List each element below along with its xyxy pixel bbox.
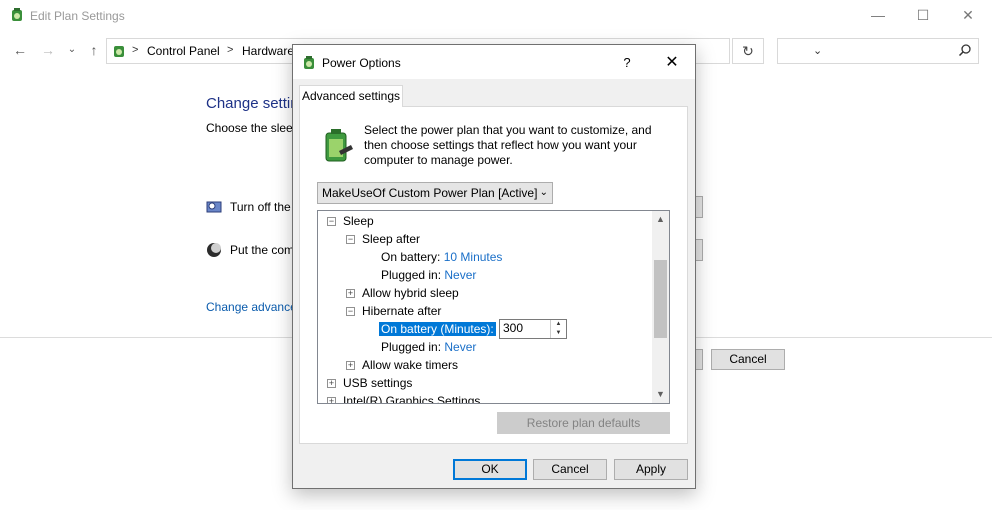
on-battery-value[interactable]: 10 Minutes (444, 250, 503, 264)
tree-item-sleep-on-battery[interactable]: On battery: 10 Minutes (381, 248, 502, 266)
dialog-close-button[interactable]: ✕ (649, 50, 695, 76)
tree-item-hibernate-after[interactable]: Hibernate after (362, 302, 441, 320)
advanced-settings-link[interactable]: Change advanced power settings (206, 300, 294, 314)
hibernate-on-battery-label: On battery (Minutes): (379, 322, 496, 336)
save-button[interactable] (695, 349, 703, 370)
tree-item-hibernate-on-battery[interactable]: On battery (Minutes): (379, 320, 496, 338)
cancel-button[interactable]: Cancel (711, 349, 785, 370)
tab-advanced-settings[interactable]: Advanced settings (299, 85, 403, 107)
display-off-dropdown[interactable] (695, 196, 703, 218)
hibernate-plugged-in-label: Plugged in: (381, 340, 442, 354)
window-title: Edit Plan Settings (30, 9, 125, 23)
dialog-title-bar: Power Options ? ✕ (293, 45, 695, 79)
up-arrow-icon[interactable]: ↑ (84, 40, 104, 60)
help-button[interactable]: ? (617, 53, 637, 73)
stepper-buttons: ▲ ▼ (550, 320, 566, 338)
tree-item-hybrid-sleep[interactable]: Allow hybrid sleep (362, 284, 459, 302)
plugged-in-value[interactable]: Never (444, 268, 476, 282)
dialog-instructions: Select the power plan that you want to c… (364, 123, 652, 167)
settings-tree[interactable]: − Sleep − Sleep after On battery: 10 Min… (317, 210, 670, 404)
collapse-icon[interactable]: − (346, 235, 355, 244)
dialog-cancel-button[interactable]: Cancel (533, 459, 607, 480)
sleep-label: Put the computer to sleep: (230, 243, 300, 257)
power-plan-selected: MakeUseOf Custom Power Plan [Active] (322, 186, 538, 200)
hibernate-minutes-value[interactable]: 300 (503, 321, 523, 335)
control-panel-icon (114, 46, 124, 57)
tree-item-usb-settings[interactable]: USB settings (343, 374, 412, 392)
tree-item-hibernate-plugged-in[interactable]: Plugged in: Never (381, 338, 476, 356)
breadcrumb-control-panel[interactable]: Control Panel (147, 44, 220, 58)
hibernate-minutes-stepper[interactable]: 300 ▲ ▼ (499, 319, 567, 339)
collapse-icon[interactable]: − (327, 217, 336, 226)
tree-item-sleep[interactable]: Sleep (343, 212, 374, 230)
forward-arrow-icon[interactable]: → (38, 40, 58, 60)
expand-icon[interactable]: + (346, 361, 355, 370)
collapse-icon[interactable]: − (346, 307, 355, 316)
tree-item-sleep-plugged-in[interactable]: Plugged in: Never (381, 266, 476, 284)
breadcrumb-hardware[interactable]: Hardware (242, 44, 294, 58)
power-plan-icon (12, 8, 22, 21)
breadcrumb-separator: > (227, 44, 234, 56)
plugged-in-label: Plugged in: (381, 268, 442, 282)
expand-icon[interactable]: + (327, 397, 336, 403)
scroll-thumb[interactable] (654, 260, 667, 338)
moon-icon (207, 243, 221, 257)
tree-item-intel-graphics[interactable]: Intel(R) Graphics Settings (343, 392, 480, 403)
display-off-label: Turn off the display: (230, 200, 300, 214)
breadcrumb-separator: > (132, 44, 139, 56)
scroll-up-icon[interactable]: ▲ (652, 211, 669, 228)
battery-plug-icon (325, 129, 353, 162)
page-title: Change settings for the plan (206, 95, 296, 112)
back-arrow-icon[interactable]: ← (10, 40, 30, 60)
tree-item-sleep-after[interactable]: Sleep after (362, 230, 420, 248)
refresh-button[interactable]: ↻ (732, 38, 764, 64)
monitor-clock-icon (206, 201, 222, 213)
apply-button[interactable]: Apply (614, 459, 688, 480)
hibernate-plugged-in-value[interactable]: Never (444, 340, 476, 354)
minimize-button[interactable]: — (855, 0, 901, 32)
maximize-button[interactable]: ☐ (900, 0, 946, 32)
stepper-up-icon[interactable]: ▲ (551, 320, 566, 329)
search-input[interactable] (777, 38, 979, 64)
ok-button[interactable]: OK (453, 459, 527, 480)
sleep-dropdown[interactable] (695, 239, 703, 261)
stepper-down-icon[interactable]: ▼ (551, 329, 566, 338)
dialog-title: Power Options (322, 56, 401, 70)
expand-icon[interactable]: + (327, 379, 336, 388)
expand-icon[interactable]: + (346, 289, 355, 298)
search-icon (958, 44, 971, 57)
tree-item-wake-timers[interactable]: Allow wake timers (362, 356, 458, 374)
restore-defaults-button[interactable]: Restore plan defaults (497, 412, 670, 434)
power-plan-select[interactable]: MakeUseOf Custom Power Plan [Active] ⌄ (317, 182, 553, 204)
recent-dropdown-icon[interactable]: ⌄ (62, 40, 82, 60)
power-options-dialog: Power Options ? ✕ Advanced settings Sele… (292, 44, 696, 489)
title-bar: Edit Plan Settings — ☐ ✕ (0, 0, 992, 32)
scroll-down-icon[interactable]: ▼ (652, 386, 669, 403)
close-button[interactable]: ✕ (945, 0, 991, 32)
chevron-down-icon: ⌄ (539, 187, 548, 198)
on-battery-label: On battery: (381, 250, 441, 264)
tree-scrollbar[interactable]: ▲ ▼ (652, 211, 669, 403)
page-subtitle: Choose the sleep and display settings (206, 121, 296, 135)
power-plan-icon (304, 56, 314, 69)
